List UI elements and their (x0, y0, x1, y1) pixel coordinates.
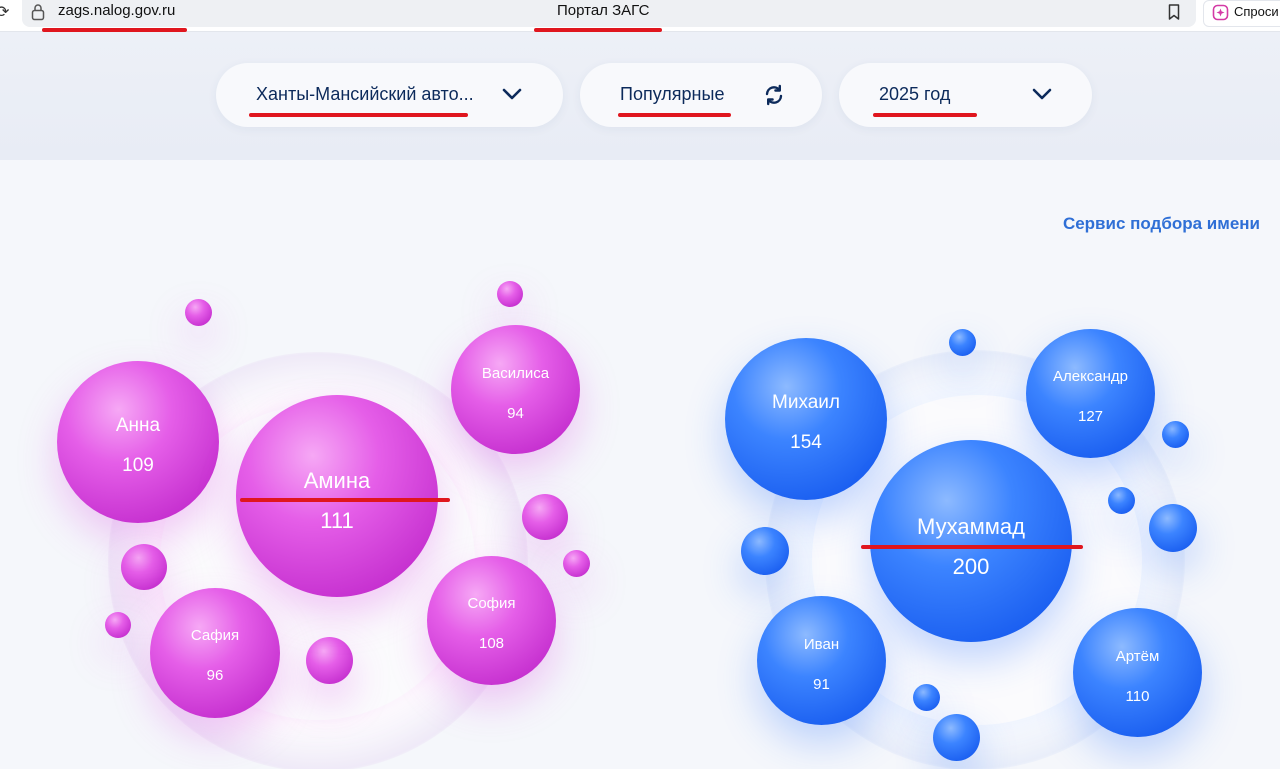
decor-bubble (949, 329, 976, 356)
name-label: София (467, 595, 516, 612)
name-label: Иван (803, 636, 840, 653)
filter-panel: Ханты-Мансийский авто... Популярные 2025… (0, 32, 1280, 160)
decor-bubble (913, 684, 940, 711)
annotation-underline (618, 113, 731, 117)
name-bubble[interactable]: София 108 (427, 556, 556, 685)
bookmark-icon[interactable] (1166, 3, 1182, 21)
name-count: 94 (507, 405, 524, 422)
name-count: 200 (952, 554, 990, 579)
name-label: Михаил (772, 392, 840, 413)
annotation-underline (249, 113, 468, 117)
annotation-underline (873, 113, 977, 117)
name-bubble[interactable]: Амина 111 (236, 395, 438, 597)
decor-bubble (1149, 504, 1197, 552)
name-bubble[interactable]: Александр 127 (1026, 329, 1155, 458)
decor-bubble (306, 637, 353, 684)
decor-bubble (933, 714, 980, 761)
name-label: Александр (1052, 368, 1129, 385)
decor-bubble (741, 527, 789, 575)
name-label: Анна (115, 415, 161, 436)
decor-bubble (1162, 421, 1189, 448)
name-label: Амина (303, 468, 371, 493)
sparkle-icon (1212, 4, 1229, 21)
name-label: Мухаммад (917, 514, 1025, 539)
name-label: Артём (1115, 648, 1160, 665)
name-count: 154 (790, 432, 822, 453)
name-bubble[interactable]: Мухаммад 200 (870, 440, 1072, 642)
name-picker-link[interactable]: Сервис подбора имени (1063, 214, 1260, 234)
name-bubble[interactable]: Иван 91 (757, 596, 886, 725)
back-icon[interactable]: ⟳ (0, 2, 9, 21)
decor-bubble (105, 612, 131, 638)
ask-label: Спроси (1234, 4, 1279, 19)
name-bubble[interactable]: Артём 110 (1073, 608, 1202, 737)
name-count: 127 (1077, 408, 1104, 425)
name-bubble[interactable]: Михаил 154 (725, 338, 887, 500)
year-value: 2025 год (879, 84, 951, 104)
name-bubble[interactable]: Сафия 96 (150, 588, 280, 718)
sort-toggle[interactable]: Популярные (580, 63, 822, 127)
page-title: Портал ЗАГС (557, 2, 650, 19)
annotation-underline (861, 545, 1083, 549)
name-bubble[interactable]: Василиса 94 (451, 325, 580, 454)
chevron-down-icon[interactable] (1032, 87, 1052, 101)
decor-bubble (522, 494, 568, 540)
url-text[interactable]: zags.nalog.gov.ru (58, 2, 175, 19)
name-count: 111 (320, 508, 354, 533)
decor-bubble (121, 544, 167, 590)
region-value: Ханты-Мансийский авто... (256, 84, 474, 104)
region-select[interactable]: Ханты-Мансийский авто... (216, 63, 563, 127)
name-count: 91 (813, 676, 830, 693)
name-label: Сафия (190, 627, 240, 644)
lock-icon (31, 4, 45, 21)
decor-bubble (1108, 487, 1135, 514)
sort-value: Популярные (620, 84, 725, 104)
decor-bubble (497, 281, 523, 307)
year-select[interactable]: 2025 год (839, 63, 1092, 127)
annotation-underline (240, 498, 450, 502)
chevron-down-icon[interactable] (502, 87, 522, 101)
decor-bubble (185, 299, 212, 326)
name-label: Василиса (481, 365, 550, 382)
refresh-icon[interactable] (762, 83, 786, 107)
name-count: 96 (206, 667, 224, 684)
decor-bubble (563, 550, 590, 577)
name-count: 110 (1125, 688, 1150, 705)
name-count: 108 (478, 635, 505, 652)
name-bubble[interactable]: Анна 109 (57, 361, 219, 523)
name-count: 109 (122, 455, 154, 476)
